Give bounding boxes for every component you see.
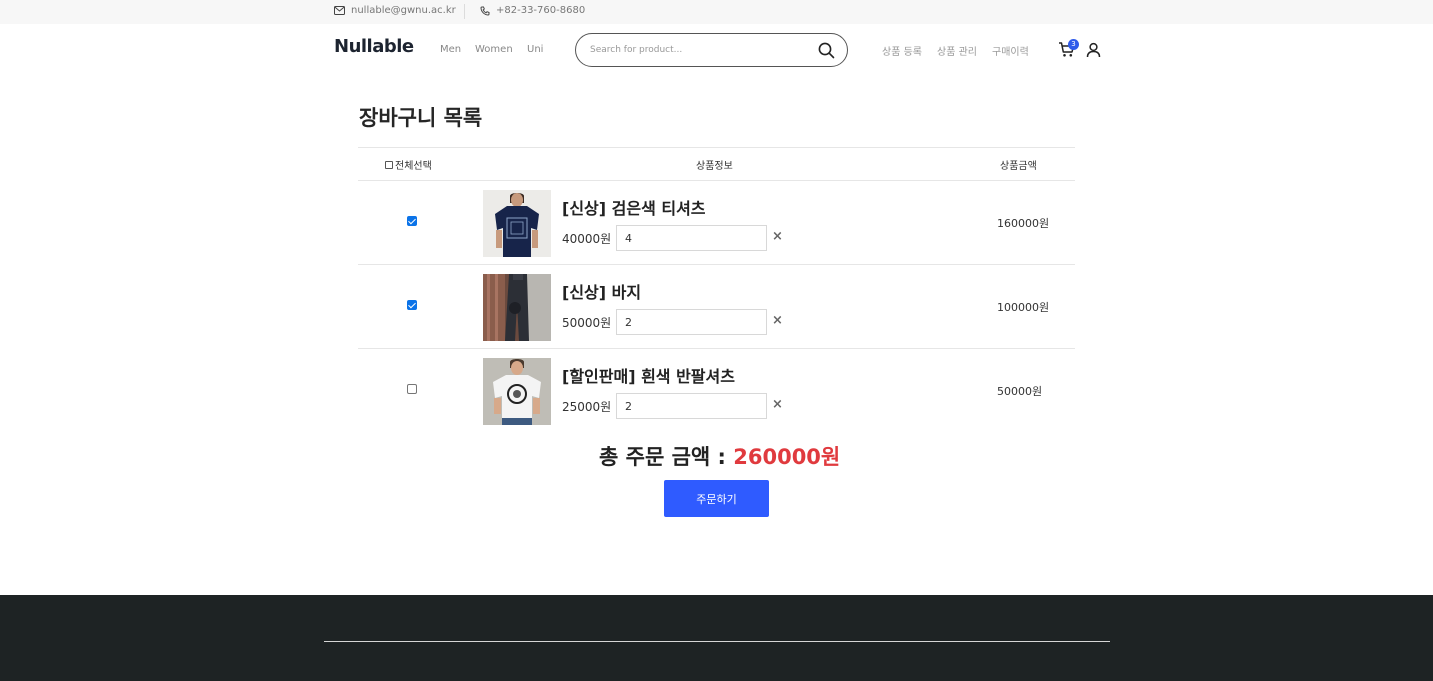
contact-phone[interactable]: +82-33-760-8680 bbox=[480, 5, 585, 16]
header-product-info: 상품정보 bbox=[696, 161, 733, 172]
phone-icon bbox=[480, 6, 490, 16]
row-total-price: 50000원 bbox=[997, 385, 1043, 398]
table-header: 전체선택 상품정보 상품금액 bbox=[358, 147, 1075, 181]
link-purchase-history[interactable]: 구매이력 bbox=[992, 43, 1029, 58]
quantity-input[interactable] bbox=[616, 393, 767, 419]
row-total-price: 160000원 bbox=[997, 217, 1050, 230]
product-name[interactable]: [신상] 바지 bbox=[562, 279, 641, 303]
product-image-black-tshirt[interactable] bbox=[483, 190, 551, 257]
unit-price: 25000원 bbox=[562, 400, 612, 414]
email-text: nullable@gwnu.ac.kr bbox=[351, 5, 456, 16]
order-button[interactable]: 주문하기 bbox=[664, 480, 769, 517]
nav-women[interactable]: Women bbox=[475, 44, 513, 55]
quantity-input[interactable] bbox=[616, 225, 767, 251]
unit-price: 40000원 bbox=[562, 232, 612, 246]
product-image-pants[interactable] bbox=[483, 274, 551, 341]
mail-icon bbox=[334, 6, 345, 15]
remove-item-button[interactable]: × bbox=[772, 313, 783, 328]
order-total: 총 주문 금액 : 260000원 bbox=[599, 441, 840, 471]
search-box bbox=[575, 33, 848, 67]
site-logo[interactable]: Nullable bbox=[334, 36, 414, 57]
footer-divider bbox=[324, 641, 1110, 642]
order-total-label: 총 주문 금액 : bbox=[599, 445, 734, 469]
row-checkbox[interactable] bbox=[407, 300, 417, 310]
cart-count-badge: 3 bbox=[1068, 39, 1079, 50]
site-footer bbox=[0, 595, 1433, 681]
cart-table: 전체선택 상품정보 상품금액 [신상] 검은색 티셔츠 40000원 × 160… bbox=[358, 147, 1075, 433]
header-product-price: 상품금액 bbox=[1000, 161, 1037, 172]
search-icon[interactable] bbox=[818, 42, 835, 59]
topbar-divider bbox=[464, 4, 465, 19]
user-icon[interactable] bbox=[1086, 42, 1101, 58]
unit-price: 50000원 bbox=[562, 316, 612, 330]
link-product-register[interactable]: 상품 등록 bbox=[882, 43, 922, 58]
row-total-price: 100000원 bbox=[997, 301, 1050, 314]
row-checkbox[interactable] bbox=[407, 384, 417, 394]
product-image-white-shirt[interactable] bbox=[483, 358, 551, 425]
table-row: [할인판매] 흰색 반팔셔츠 25000원 × 50000원 bbox=[358, 349, 1075, 433]
page-title: 장바구니 목록 bbox=[359, 106, 483, 130]
table-row: [신상] 바지 50000원 × 100000원 bbox=[358, 265, 1075, 349]
top-info-bar: nullable@gwnu.ac.kr +82-33-760-8680 bbox=[0, 0, 1433, 24]
select-all-checkbox[interactable]: 전체선택 bbox=[385, 157, 432, 172]
order-total-amount: 260000원 bbox=[733, 445, 841, 469]
remove-item-button[interactable]: × bbox=[772, 397, 783, 412]
phone-text: +82-33-760-8680 bbox=[496, 5, 586, 16]
contact-email[interactable]: nullable@gwnu.ac.kr bbox=[334, 5, 456, 16]
select-all-box[interactable] bbox=[385, 160, 393, 169]
nav-men[interactable]: Men bbox=[440, 44, 461, 55]
remove-item-button[interactable]: × bbox=[772, 229, 783, 244]
table-row: [신상] 검은색 티셔츠 40000원 × 160000원 bbox=[358, 181, 1075, 265]
quantity-input[interactable] bbox=[616, 309, 767, 335]
link-product-manage[interactable]: 상품 관리 bbox=[937, 43, 977, 58]
search-input[interactable] bbox=[590, 42, 800, 58]
product-name[interactable]: [할인판매] 흰색 반팔셔츠 bbox=[562, 363, 735, 387]
nav-uni[interactable]: Uni bbox=[527, 44, 543, 55]
row-checkbox[interactable] bbox=[407, 216, 417, 226]
select-all-label: 전체선택 bbox=[395, 161, 432, 172]
product-name[interactable]: [신상] 검은색 티셔츠 bbox=[562, 195, 706, 219]
